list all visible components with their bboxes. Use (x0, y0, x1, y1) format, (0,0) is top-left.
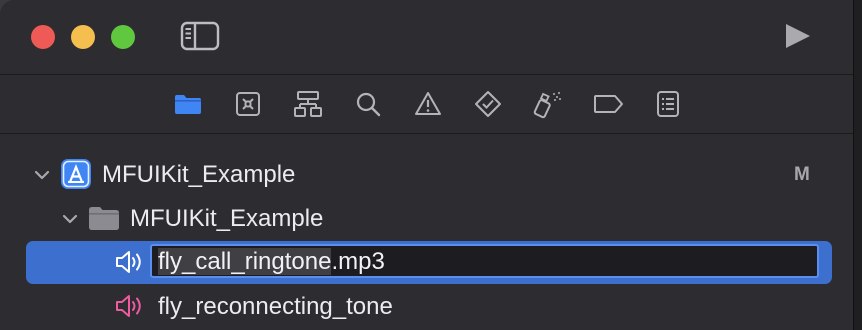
tab-debug-navigator[interactable] (532, 88, 564, 120)
rename-file-field[interactable]: fly_call_ringtone.mp3 (150, 244, 819, 278)
run-button[interactable] (782, 21, 814, 51)
tree-row-file[interactable]: fly_reconnecting_tone (0, 285, 853, 329)
tab-issue-navigator[interactable] (412, 88, 444, 120)
xcode-window: MFUIKit_Example M MFUIKit_Example fly_ca… (0, 0, 853, 330)
audio-speaker-icon (114, 293, 148, 324)
tab-report-navigator[interactable] (652, 88, 684, 120)
symbol-hierarchy-icon (294, 91, 322, 117)
debug-spray-icon (533, 92, 561, 119)
tab-breakpoint-navigator[interactable] (592, 88, 624, 120)
navigator-tab-bar (0, 84, 853, 124)
selected-filename-text: fly_call_ringtone (158, 248, 332, 275)
toolbar-divider (0, 133, 853, 134)
tree-row-project[interactable]: MFUIKit_Example M (0, 153, 853, 197)
test-diamond-icon (475, 91, 501, 117)
report-list-icon (657, 91, 679, 117)
tree-row-group[interactable]: MFUIKit_Example (0, 197, 853, 241)
sidebar-icon (180, 21, 220, 51)
tab-test-navigator[interactable] (472, 88, 504, 120)
chevron-down-icon[interactable] (32, 165, 52, 185)
tab-find-navigator[interactable] (352, 88, 384, 120)
zoom-window-button[interactable] (111, 25, 135, 49)
play-icon (786, 24, 810, 48)
tab-source-control[interactable] (232, 88, 264, 120)
file-name: fly_reconnecting_tone (158, 293, 393, 320)
tag-icon (594, 95, 623, 113)
title-bar (0, 0, 853, 74)
minimize-window-button[interactable] (71, 25, 95, 49)
close-window-button[interactable] (31, 25, 55, 49)
source-control-icon (236, 92, 260, 116)
folder-icon (88, 205, 120, 236)
warning-icon (415, 92, 441, 115)
folder-icon (175, 95, 201, 114)
tab-symbol-navigator[interactable] (292, 88, 324, 120)
audio-speaker-icon (114, 249, 148, 280)
modified-badge: M (794, 164, 810, 185)
group-name: MFUIKit_Example (130, 205, 324, 232)
tab-project-navigator[interactable] (172, 88, 204, 120)
sidebar-toggle-button[interactable] (180, 21, 220, 51)
search-icon (356, 92, 381, 117)
project-name: MFUIKit_Example (102, 161, 296, 188)
window-edge (853, 0, 862, 330)
title-divider (0, 74, 853, 75)
xcode-app-icon (60, 158, 92, 195)
chevron-down-icon[interactable] (60, 209, 80, 229)
filename-extension: .mp3 (331, 248, 385, 275)
